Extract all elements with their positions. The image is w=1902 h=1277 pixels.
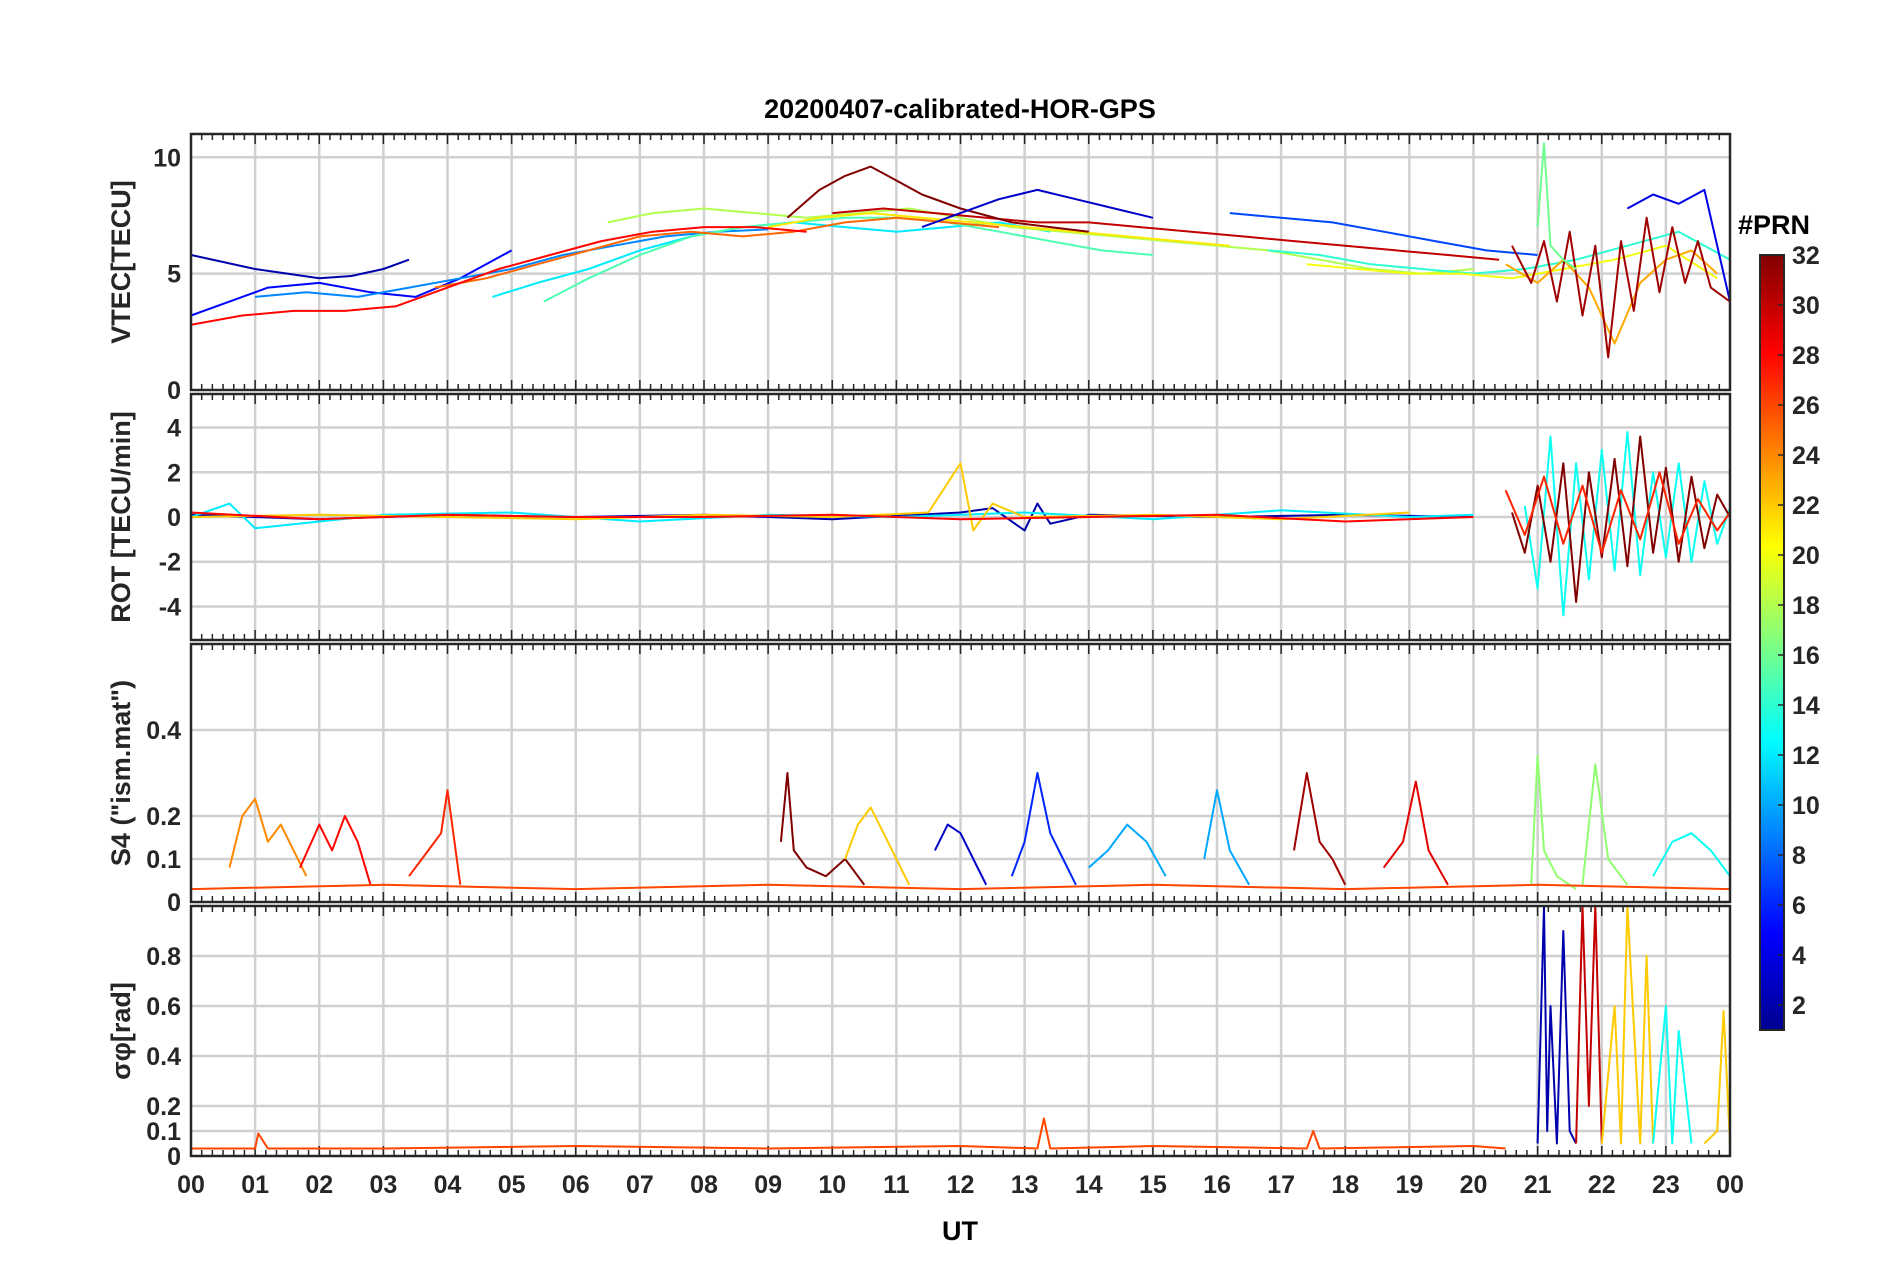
series-line-prn-27	[408, 789, 462, 885]
y-axis-label: S4 ("ism.mat")	[106, 680, 136, 866]
x-tick-label: 22	[1588, 1171, 1616, 1199]
y-tick-label: 0.1	[146, 846, 181, 874]
y-tick-label: 0.2	[146, 1093, 181, 1121]
series-line-prn-18	[607, 207, 1474, 275]
colorbar-tick-label: 12	[1792, 742, 1820, 770]
colorbar: #PRN2468101214161820222426283032	[1738, 210, 1820, 1031]
series-line-prn-2	[1536, 906, 1577, 1145]
x-tick-label: 05	[498, 1171, 526, 1199]
y-tick-label: 0.4	[146, 717, 181, 745]
y-tick-label: -2	[159, 549, 181, 577]
x-tick-label: 11	[883, 1171, 910, 1199]
x-tick-label: 02	[305, 1171, 333, 1199]
x-tick-label: 15	[1139, 1171, 1167, 1199]
y-tick-label: 0.1	[146, 1118, 181, 1146]
chart-title: 20200407-calibrated-HOR-GPS	[764, 94, 1156, 124]
series-line-prn-24	[228, 797, 308, 877]
x-tick-label: 10	[818, 1171, 846, 1199]
series-line-prn-31	[1293, 772, 1347, 886]
y-tick-label: 0.4	[146, 1043, 181, 1071]
series-line-prn-17	[1581, 763, 1629, 886]
series-line-prn-28	[299, 815, 372, 886]
y-tick-label: 0	[167, 889, 181, 917]
x-tick-label: 06	[562, 1171, 590, 1199]
series-line-prn-13	[1652, 1005, 1693, 1145]
series-line-prn-32	[779, 772, 866, 886]
x-tick-label: 03	[369, 1171, 397, 1199]
y-axis-label: VTEC[TECU]	[106, 180, 136, 344]
x-tick-label: 16	[1203, 1171, 1231, 1199]
series-line-prn-25	[434, 216, 1000, 289]
panel-3: 0 0.1 0.2 0.4 S4 ("ism.mat")	[106, 642, 1732, 917]
series-line-prn-28	[191, 226, 807, 326]
x-tick-label: 12	[947, 1171, 975, 1199]
y-tick-label: 0.6	[146, 993, 181, 1021]
panel-4: 00.10.2 0.4 0.6 0.8 σφ[rad]	[106, 904, 1732, 1171]
y-tick-label: 0.8	[146, 943, 181, 971]
colorbar-tick-label: 30	[1792, 292, 1820, 320]
y-tick-label: 10	[153, 144, 181, 172]
colorbar-tick-label: 28	[1792, 342, 1820, 370]
x-tick-label: 08	[690, 1171, 718, 1199]
colorbar-tick-label: 18	[1792, 592, 1820, 620]
x-tick-label: 20	[1460, 1171, 1488, 1199]
y-tick-label: 2	[167, 459, 181, 487]
y-axis-label: ROT [TECU/min]	[106, 411, 136, 622]
x-tick-label: 00	[177, 1171, 205, 1199]
colorbar-tick-label: 4	[1792, 942, 1806, 970]
y-tick-label: 0	[167, 377, 181, 405]
series-line-prn-29	[1382, 780, 1449, 886]
x-tick-label: 19	[1395, 1171, 1423, 1199]
x-tick-label: 21	[1524, 1171, 1552, 1199]
colorbar-tick-label: 20	[1792, 542, 1820, 570]
colorbar-tick-label: 14	[1792, 692, 1820, 720]
x-tick-label: 00	[1716, 1171, 1744, 1199]
y-tick-label: 4	[167, 415, 181, 443]
series-line-prn-16	[1536, 142, 1577, 270]
x-tick-label: 04	[434, 1171, 462, 1199]
series-line-prn-6	[1010, 772, 1077, 886]
chart-svg: 20200407-calibrated-HOR-GPS 0510VTEC[TEC…	[106, 94, 1820, 1246]
x-tick-labels: 00 01 02 03 04 05 06 07 08 09 10 11 12 13 14 15 16 17 18 19…	[177, 1171, 1744, 1199]
series-line-prn-30	[1575, 906, 1603, 1144]
colorbar-tick-label: 10	[1792, 792, 1820, 820]
colorbar-tick-label: 26	[1792, 392, 1820, 420]
series-line-prn-22	[1600, 906, 1655, 1145]
colorbar-tick-label: 24	[1792, 442, 1820, 470]
panels: 0510VTEC[TECU]-4-2024ROT [TECU/min]00.10…	[106, 132, 1732, 1171]
x-axis-label: UT	[942, 1216, 978, 1246]
colorbar-tick-label: 6	[1792, 892, 1806, 920]
y-tick-label: 0.2	[146, 803, 181, 831]
colorbar-tick-label: 32	[1792, 242, 1820, 270]
y-tick-label: 0	[167, 1143, 181, 1171]
colorbar-tick-label: 22	[1792, 492, 1820, 520]
y-tick-label: -4	[159, 593, 181, 621]
x-tick-label: 23	[1652, 1171, 1680, 1199]
x-tick-label: 17	[1267, 1171, 1295, 1199]
x-tick-label: 07	[626, 1171, 654, 1199]
colorbar-gradient	[1759, 254, 1785, 1031]
series-line-prn-22	[1703, 1010, 1730, 1145]
x-tick-label: 01	[241, 1171, 269, 1199]
series-line-prn-26	[191, 1117, 1506, 1150]
y-tick-label: 0	[167, 504, 181, 532]
colorbar-tick-label: 16	[1792, 642, 1820, 670]
x-tick-label: 18	[1331, 1171, 1359, 1199]
series-line-prn-10	[1088, 823, 1167, 877]
figure: 20200407-calibrated-HOR-GPS 0 5 10 VTEC[TEC…	[0, 0, 1902, 1272]
panel-2: -4 -2 0 2 4 ROT [TECU/min]	[106, 392, 1732, 642]
colorbar-tick-label: 2	[1792, 992, 1806, 1020]
x-tick-label: 14	[1075, 1171, 1103, 1199]
panel-1: 0 5 10 VTEC[TECU]	[106, 132, 1732, 405]
x-tick-label: 09	[754, 1171, 782, 1199]
series-line-prn-31	[1511, 216, 1730, 359]
y-axis-label: σφ[rad]	[106, 982, 136, 1080]
colorbar-label: #PRN	[1738, 210, 1810, 240]
series-line-prn-10	[1203, 789, 1250, 886]
colorbar-tick-label: 8	[1792, 842, 1806, 870]
x-tick-label: 13	[1011, 1171, 1039, 1199]
y-tick-label: 5	[167, 261, 181, 289]
